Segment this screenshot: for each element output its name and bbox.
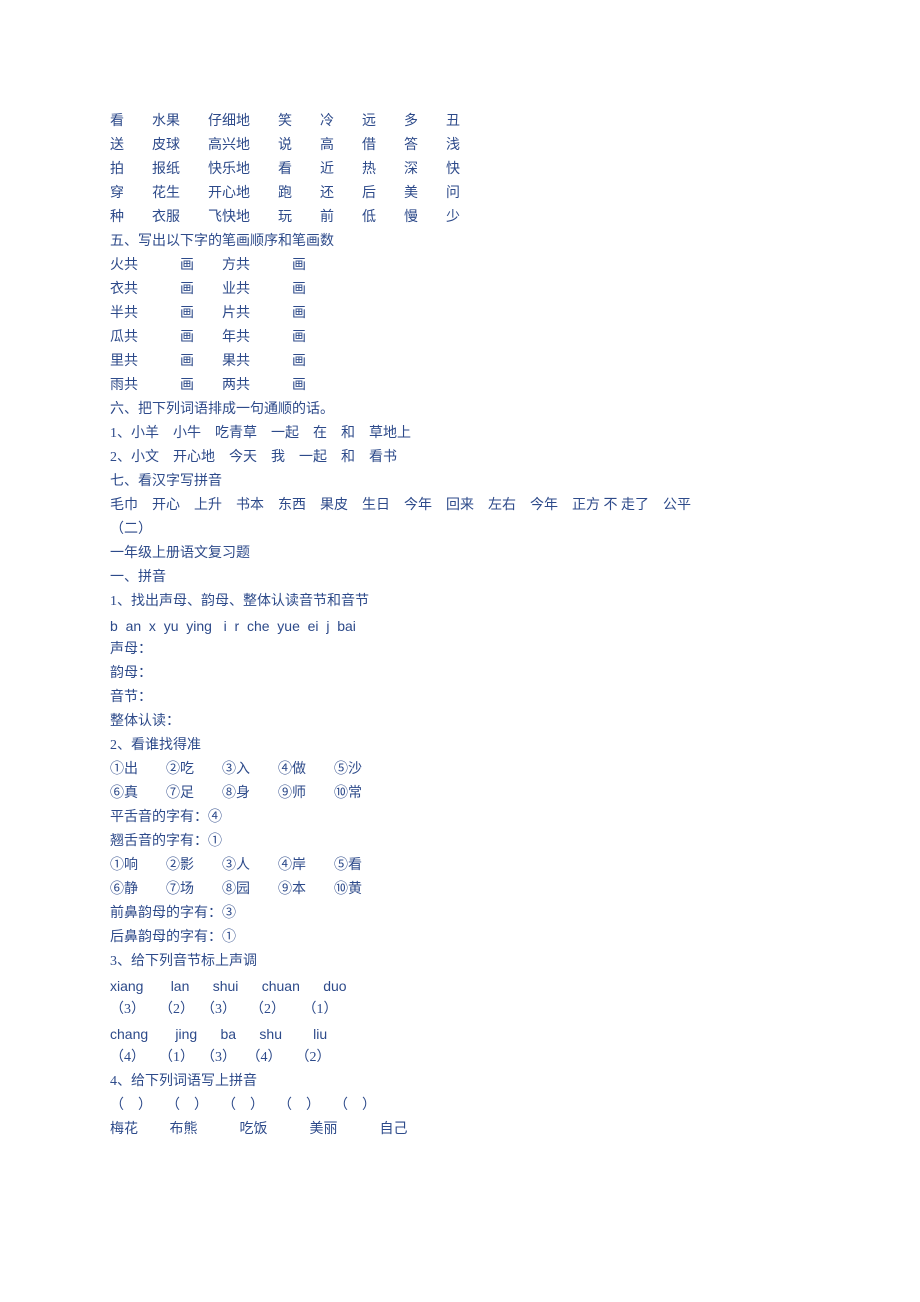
section-heading: 六、把下列词语排成一句通顺的话。 — [110, 398, 810, 422]
text-line: 衣共 画 业共 画 — [110, 278, 810, 302]
option-line: ①出 ②吃 ③入 ④做 ⑤沙 — [110, 758, 810, 782]
text-line: 看 水果 仔细地 笑 冷 远 多 丑 — [110, 110, 810, 134]
pinyin-line: chang jing ba shu liu — [110, 1022, 810, 1046]
option-line: ⑥真 ⑦足 ⑧身 ⑨师 ⑩常 — [110, 782, 810, 806]
tone-line: （4） （1） （3） （4） （2） — [110, 1046, 810, 1070]
text-line: 种 衣服 飞快地 玩 前 低 慢 少 — [110, 206, 810, 230]
section-heading: 七、看汉字写拼音 — [110, 470, 810, 494]
text-line: 穿 花生 开心地 跑 还 后 美 问 — [110, 182, 810, 206]
section-heading: （二） — [110, 518, 810, 542]
subtitle: 一年级上册语文复习题 — [110, 542, 810, 566]
document-page: 看 水果 仔细地 笑 冷 远 多 丑 送 皮球 高兴地 说 高 借 答 浅 拍 … — [0, 0, 920, 1222]
tone-line: （3） （2） （3） （2） （1） — [110, 998, 810, 1022]
answer-line: 前鼻韵母的字有：③ — [110, 902, 810, 926]
text-line: 瓜共 画 年共 画 — [110, 326, 810, 350]
answer-line: 后鼻韵母的字有：① — [110, 926, 810, 950]
question-line: 3、给下列音节标上声调 — [110, 950, 810, 974]
question-line: 4、给下列词语写上拼音 — [110, 1070, 810, 1094]
answer-label: 韵母： — [110, 662, 810, 686]
text-line: 2、小文 开心地 今天 我 一起 和 看书 — [110, 446, 810, 470]
answer-line: 翘舌音的字有：① — [110, 830, 810, 854]
text-line: 送 皮球 高兴地 说 高 借 答 浅 — [110, 134, 810, 158]
section-heading: 五、写出以下字的笔画顺序和笔画数 — [110, 230, 810, 254]
option-line: ⑥静 ⑦场 ⑧园 ⑨本 ⑩黄 — [110, 878, 810, 902]
answer-label: 整体认读： — [110, 710, 810, 734]
text-line: 火共 画 方共 画 — [110, 254, 810, 278]
text-line: 1、小羊 小牛 吃青草 一起 在 和 草地上 — [110, 422, 810, 446]
text-line: 毛巾 开心 上升 书本 东西 果皮 生日 今年 回来 左右 今年 正方 不 走了… — [110, 494, 810, 518]
text-line: 拍 报纸 快乐地 看 近 热 深 快 — [110, 158, 810, 182]
word-line: 梅花 布熊 吃饭 美丽 自己 — [110, 1118, 810, 1142]
section-heading: 一、拼音 — [110, 566, 810, 590]
text-line: 半共 画 片共 画 — [110, 302, 810, 326]
text-line: 里共 画 果共 画 — [110, 350, 810, 374]
pinyin-line: xiang lan shui chuan duo — [110, 974, 810, 998]
answer-label: 音节： — [110, 686, 810, 710]
text-line: 雨共 画 两共 画 — [110, 374, 810, 398]
blank-parentheses-line: （ ） （ ） （ ） （ ） （ ） — [110, 1094, 810, 1118]
answer-label: 声母： — [110, 638, 810, 662]
answer-line: 平舌音的字有：④ — [110, 806, 810, 830]
pinyin-line: b an x yu ying i r che yue ei j bai — [110, 614, 810, 638]
question-line: 1、找出声母、韵母、整体认读音节和音节 — [110, 590, 810, 614]
option-line: ①响 ②影 ③人 ④岸 ⑤看 — [110, 854, 810, 878]
question-line: 2、看谁找得准 — [110, 734, 810, 758]
